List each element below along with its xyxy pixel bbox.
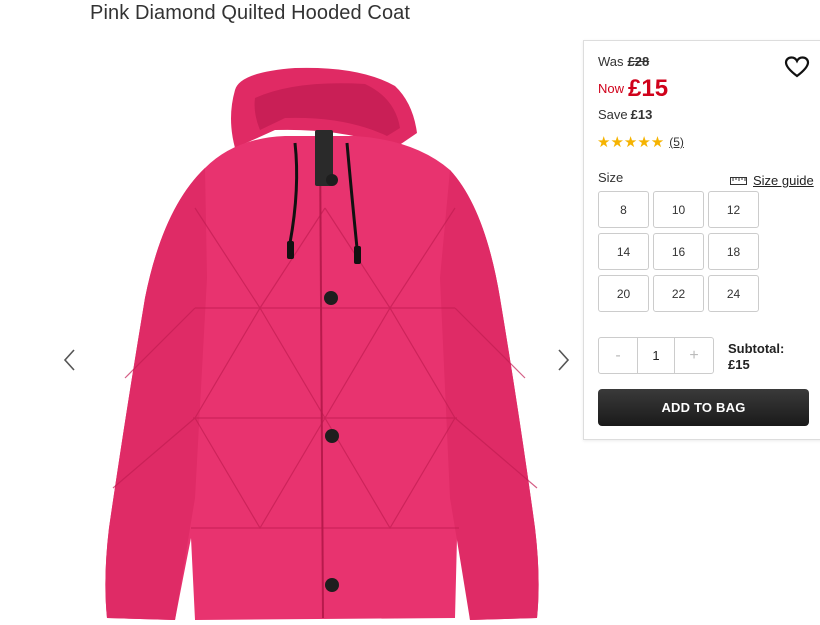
product-title: Pink Diamond Quilted Hooded Coat bbox=[90, 2, 411, 24]
size-option[interactable]: 18 bbox=[708, 233, 759, 270]
size-option[interactable]: 14 bbox=[598, 233, 649, 270]
product-image bbox=[105, 67, 539, 620]
size-option[interactable]: 12 bbox=[708, 191, 759, 228]
wishlist-button[interactable] bbox=[784, 55, 810, 79]
chevron-left-icon bbox=[63, 349, 75, 371]
review-count-link[interactable]: (5) bbox=[669, 135, 684, 149]
gallery-next-button[interactable] bbox=[553, 345, 573, 375]
was-price-row: Was £28 bbox=[598, 54, 649, 69]
now-label: Now bbox=[598, 81, 625, 96]
purchase-panel: Was £28 Now £15 Save £13 ★★★★★ (5) Size Siz… bbox=[583, 40, 820, 440]
product-gallery bbox=[50, 40, 580, 625]
gallery-prev-button[interactable] bbox=[60, 345, 80, 375]
size-label: Size bbox=[598, 170, 624, 185]
size-option[interactable]: 22 bbox=[653, 275, 704, 312]
save-label: Save bbox=[598, 107, 628, 122]
quantity-decrease-button[interactable]: - bbox=[599, 338, 637, 373]
was-label: Was bbox=[598, 54, 624, 69]
size-option[interactable]: 8 bbox=[598, 191, 649, 228]
save-row: Save £13 bbox=[598, 107, 652, 122]
size-option[interactable]: 10 bbox=[653, 191, 704, 228]
quantity-value[interactable]: 1 bbox=[637, 338, 675, 373]
add-to-bag-button[interactable]: ADD TO BAG bbox=[598, 389, 809, 426]
star-rating-icon: ★★★★★ bbox=[597, 134, 665, 151]
subtotal-value: £15 bbox=[728, 357, 750, 372]
size-guide-label: Size guide bbox=[753, 173, 814, 188]
rating: ★★★★★ (5) bbox=[597, 133, 684, 151]
size-option[interactable]: 20 bbox=[598, 275, 649, 312]
was-price: £28 bbox=[627, 54, 650, 69]
ruler-icon bbox=[730, 176, 747, 185]
now-price-row: Now £15 bbox=[598, 75, 668, 103]
chevron-right-icon bbox=[558, 349, 570, 371]
size-options: 8 10 12 14 16 18 20 22 24 bbox=[598, 191, 759, 312]
quantity-stepper: - 1 + bbox=[598, 337, 714, 374]
subtotal: Subtotal: £15 bbox=[728, 341, 784, 373]
subtotal-label: Subtotal: bbox=[728, 341, 785, 356]
now-price: £15 bbox=[628, 75, 669, 102]
size-guide-link[interactable]: Size guide bbox=[730, 173, 814, 188]
quantity-increase-button[interactable]: + bbox=[675, 338, 713, 373]
heart-icon bbox=[784, 56, 810, 78]
save-amount: £13 bbox=[630, 107, 653, 122]
size-option[interactable]: 24 bbox=[708, 275, 759, 312]
size-option[interactable]: 16 bbox=[653, 233, 704, 270]
